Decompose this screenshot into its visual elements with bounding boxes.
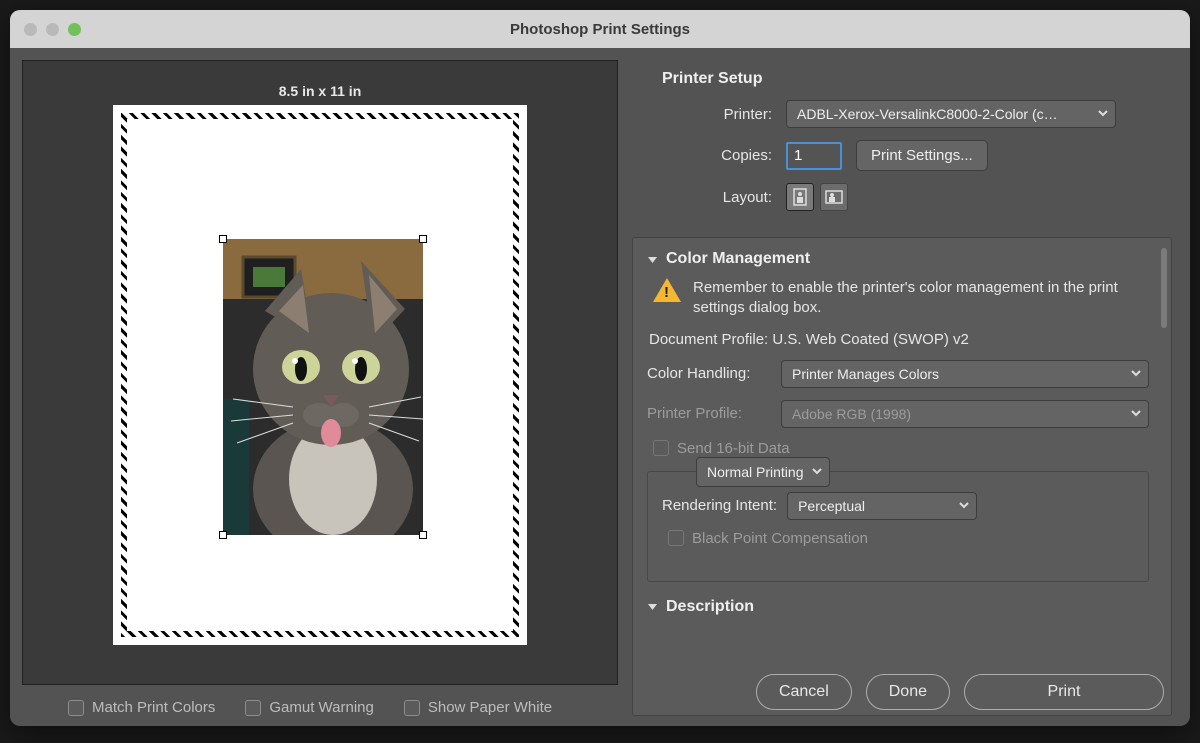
match-print-colors-label: Match Print Colors — [92, 699, 215, 716]
send-16bit-checkbox: Send 16-bit Data — [653, 440, 1149, 457]
printer-dropdown[interactable]: ADBL-Xerox-VersalinkC8000-2-Color (c… — [786, 100, 1116, 128]
cancel-button-label: Cancel — [779, 683, 829, 700]
minimize-window-button[interactable] — [46, 23, 59, 36]
color-handling-value: Printer Manages Colors — [792, 366, 939, 382]
chevron-down-icon — [1130, 406, 1142, 422]
dialog-footer-buttons: Cancel Done Print — [756, 674, 1164, 710]
done-button[interactable]: Done — [866, 674, 950, 710]
printer-profile-value: Adobe RGB (1998) — [792, 406, 911, 422]
traffic-lights — [24, 23, 81, 36]
document-profile-label: Document Profile: — [649, 331, 768, 348]
rendering-fieldset: Normal Printing Rendering Intent: Percep… — [647, 471, 1149, 582]
panel-scrollbar[interactable] — [1161, 248, 1167, 705]
black-point-compensation-checkbox: Black Point Compensation — [668, 530, 1134, 547]
warning-icon: ! — [653, 278, 681, 302]
print-settings-button-label: Print Settings... — [871, 147, 973, 164]
print-button-label: Print — [1048, 683, 1081, 700]
resize-handle-tr[interactable] — [419, 235, 427, 243]
layout-label: Layout: — [662, 189, 786, 206]
chevron-down-icon — [1130, 366, 1142, 382]
preview-frame: 8.5 in x 11 in — [22, 60, 618, 685]
show-paper-white-checkbox[interactable]: Show Paper White — [404, 699, 552, 716]
resize-handle-bl[interactable] — [219, 531, 227, 539]
cancel-button[interactable]: Cancel — [756, 674, 852, 710]
document-profile-line: Document Profile: U.S. Web Coated (SWOP)… — [649, 331, 1149, 348]
printer-profile-dropdown: Adobe RGB (1998) — [781, 400, 1149, 428]
cat-image-icon — [223, 239, 423, 535]
document-profile-value: U.S. Web Coated (SWOP) v2 — [772, 331, 968, 348]
color-handling-label: Color Handling: — [647, 365, 771, 382]
printer-dropdown-value: ADBL-Xerox-VersalinkC8000-2-Color (c… — [797, 106, 1058, 122]
printing-mode-dropdown[interactable]: Normal Printing — [696, 457, 830, 487]
black-point-compensation-label: Black Point Compensation — [692, 530, 868, 547]
color-management-warning: Remember to enable the printer's color m… — [693, 278, 1149, 319]
chevron-down-icon — [647, 601, 658, 612]
layout-portrait-button[interactable] — [786, 183, 814, 211]
rendering-intent-value: Perceptual — [798, 498, 865, 514]
color-management-heading: Color Management — [666, 250, 810, 268]
printer-profile-label: Printer Profile: — [647, 405, 771, 422]
page-dimensions-label: 8.5 in x 11 in — [279, 83, 362, 99]
description-header[interactable]: Description — [647, 598, 1149, 616]
rendering-intent-label: Rendering Intent: — [662, 497, 777, 514]
resize-handle-br[interactable] — [419, 531, 427, 539]
portrait-icon — [792, 188, 808, 206]
chevron-down-icon — [958, 498, 970, 514]
show-paper-white-label: Show Paper White — [428, 699, 552, 716]
gamut-warning-label: Gamut Warning — [269, 699, 373, 716]
print-settings-window: Photoshop Print Settings 8.5 in x 11 in — [10, 10, 1190, 726]
preview-options-row: Match Print Colors Gamut Warning Show Pa… — [22, 685, 618, 716]
options-panel: Color Management ! Remember to enable th… — [632, 237, 1172, 716]
printing-mode-value: Normal Printing — [707, 464, 803, 480]
scrollbar-thumb[interactable] — [1161, 248, 1167, 328]
chevron-down-icon — [1097, 106, 1109, 122]
titlebar: Photoshop Print Settings — [10, 10, 1190, 48]
landscape-icon — [825, 189, 843, 205]
rendering-intent-dropdown[interactable]: Perceptual — [787, 492, 977, 520]
resize-handle-tl[interactable] — [219, 235, 227, 243]
chevron-down-icon — [811, 464, 823, 480]
zoom-window-button[interactable] — [68, 23, 81, 36]
color-handling-dropdown[interactable]: Printer Manages Colors — [781, 360, 1149, 388]
image-preview[interactable] — [223, 239, 423, 535]
done-button-label: Done — [889, 683, 927, 700]
description-heading: Description — [666, 598, 754, 616]
print-button[interactable]: Print — [964, 674, 1164, 710]
printer-label: Printer: — [662, 106, 786, 123]
gamut-warning-checkbox[interactable]: Gamut Warning — [245, 699, 373, 716]
send-16bit-label: Send 16-bit Data — [677, 440, 790, 457]
print-settings-button[interactable]: Print Settings... — [856, 140, 988, 171]
close-window-button[interactable] — [24, 23, 37, 36]
copies-label: Copies: — [662, 147, 786, 164]
printer-setup-section: Printer Setup Printer: ADBL-Xerox-Versal… — [632, 60, 1178, 237]
color-management-header[interactable]: Color Management — [647, 250, 1149, 268]
layout-landscape-button[interactable] — [820, 183, 848, 211]
chevron-down-icon — [647, 254, 658, 265]
match-print-colors-checkbox[interactable]: Match Print Colors — [68, 699, 215, 716]
settings-pane: Printer Setup Printer: ADBL-Xerox-Versal… — [632, 60, 1178, 716]
page-preview[interactable] — [113, 105, 527, 645]
preview-pane: 8.5 in x 11 in — [22, 60, 618, 716]
window-title: Photoshop Print Settings — [10, 21, 1190, 38]
copies-input[interactable] — [786, 142, 842, 170]
printer-setup-heading: Printer Setup — [662, 70, 1178, 88]
